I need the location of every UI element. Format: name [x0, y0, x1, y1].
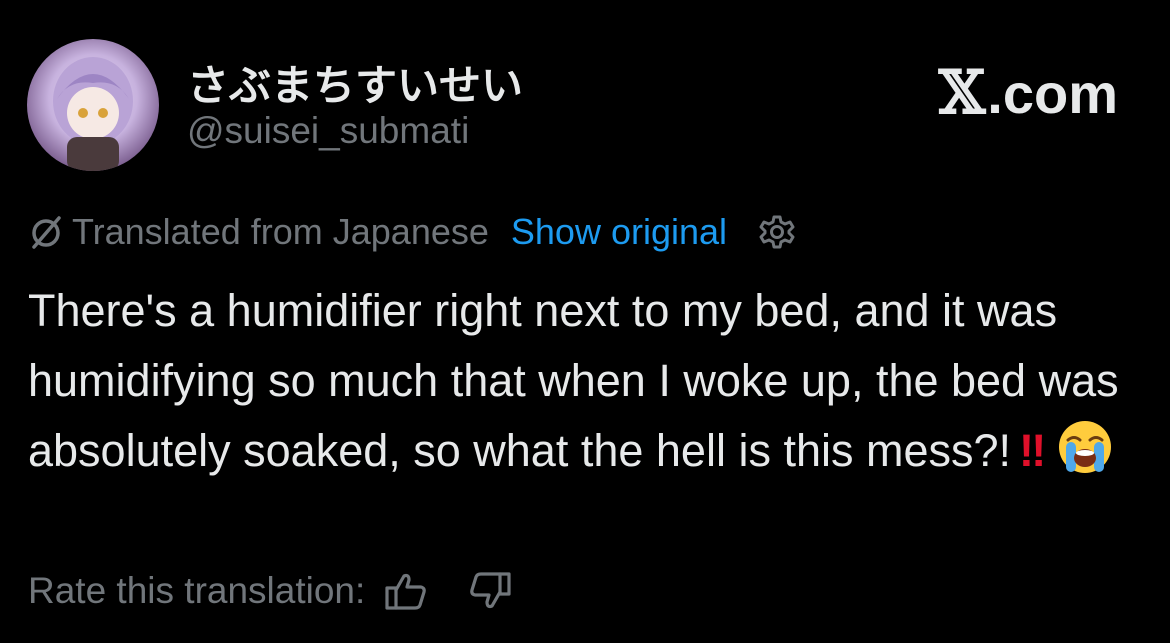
thumbs-up-icon[interactable] [383, 568, 429, 614]
display-name[interactable]: さぶまちすいせい [187, 52, 523, 113]
x-logo: 𝕏 [938, 58, 986, 128]
avatar-image [53, 57, 133, 171]
rate-label: Rate this translation: [28, 570, 366, 611]
thumbs-down-icon[interactable] [467, 568, 513, 614]
post-text: There's a humidifier right next to my be… [28, 276, 1138, 486]
handle[interactable]: @suisei_submati [187, 110, 469, 152]
post-text-content: There's a humidifier right next to my be… [28, 285, 1119, 476]
translated-from-label: Translated from Japanese [72, 211, 489, 252]
translate-slash-icon [28, 214, 64, 250]
gear-icon[interactable] [757, 212, 797, 252]
loudly-crying-face-icon [1056, 418, 1114, 476]
translation-bar: Translated from Japanese Show original [28, 210, 797, 254]
double-exclamation-emoji: ‼ [1019, 425, 1046, 476]
avatar[interactable] [27, 39, 159, 171]
brand-watermark: 𝕏 .com [939, 58, 1118, 128]
show-original-link[interactable]: Show original [511, 211, 727, 253]
rate-translation: Rate this translation: [28, 566, 551, 616]
brand-domain: .com [987, 61, 1118, 125]
